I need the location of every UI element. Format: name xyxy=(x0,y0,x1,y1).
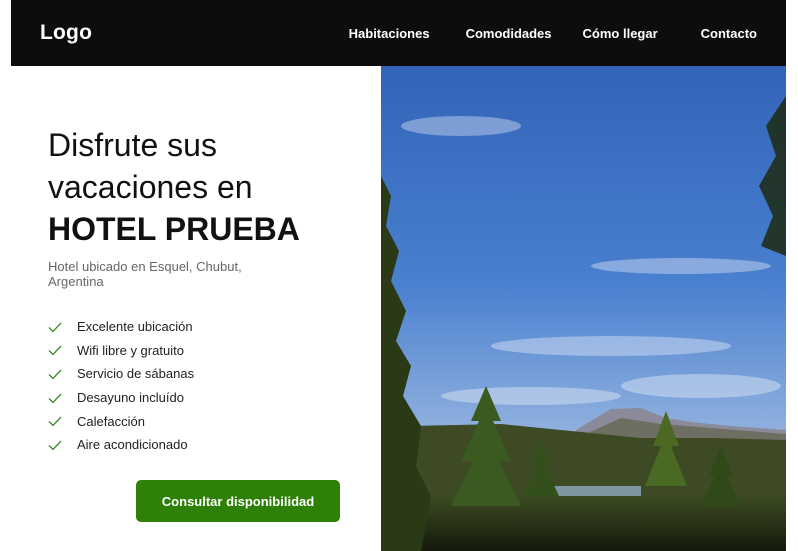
logo[interactable]: Logo xyxy=(40,21,92,45)
check-icon xyxy=(48,393,62,404)
features-list: Excelente ubicación Wifi libre y gratuit… xyxy=(48,315,194,457)
check-icon xyxy=(48,345,62,356)
feature-label: Wifi libre y gratuito xyxy=(77,342,184,358)
feature-label: Excelente ubicación xyxy=(77,319,193,335)
feature-item: Wifi libre y gratuito xyxy=(48,339,194,363)
hero-title: Disfrute sus vacaciones en HOTEL PRUEBA xyxy=(48,124,368,250)
hero-title-line1: Disfrute sus xyxy=(48,127,217,163)
check-icon xyxy=(48,416,62,427)
check-availability-button[interactable]: Consultar disponibilidad xyxy=(136,480,340,522)
hotel-name: HOTEL PRUEBA xyxy=(48,211,300,247)
check-icon xyxy=(48,440,62,451)
nav-link-habitaciones[interactable]: Habitaciones xyxy=(349,26,430,41)
landscape-photo xyxy=(381,66,786,551)
feature-label: Desayuno incluído xyxy=(77,390,184,406)
nav-link-como-llegar[interactable]: Cómo llegar xyxy=(583,26,658,41)
landing-page: Logo Habitaciones Comodidades Cómo llega… xyxy=(11,0,786,551)
feature-label: Calefacción xyxy=(77,413,145,429)
nav-link-comodidades[interactable]: Comodidades xyxy=(466,26,552,41)
check-icon xyxy=(48,369,62,380)
hero-title-line2: vacaciones en xyxy=(48,169,253,205)
nav-links: Habitaciones Comodidades Cómo llegar Con… xyxy=(349,26,757,41)
hero-text-panel: Disfrute sus vacaciones en HOTEL PRUEBA … xyxy=(11,66,381,551)
top-navbar: Logo Habitaciones Comodidades Cómo llega… xyxy=(11,0,786,66)
feature-item: Excelente ubicación xyxy=(48,315,194,339)
feature-label: Servicio de sábanas xyxy=(77,366,195,382)
feature-item: Calefacción xyxy=(48,409,194,433)
check-icon xyxy=(48,322,62,333)
hero-subtitle: Hotel ubicado en Esquel, Chubut, Argenti… xyxy=(48,259,242,289)
nav-link-contacto[interactable]: Contacto xyxy=(701,26,757,41)
hero-image xyxy=(381,66,786,551)
feature-label: Aire acondicionado xyxy=(77,437,188,453)
feature-item: Servicio de sábanas xyxy=(48,362,194,386)
feature-item: Desayuno incluído xyxy=(48,386,194,410)
feature-item: Aire acondicionado xyxy=(48,433,194,457)
